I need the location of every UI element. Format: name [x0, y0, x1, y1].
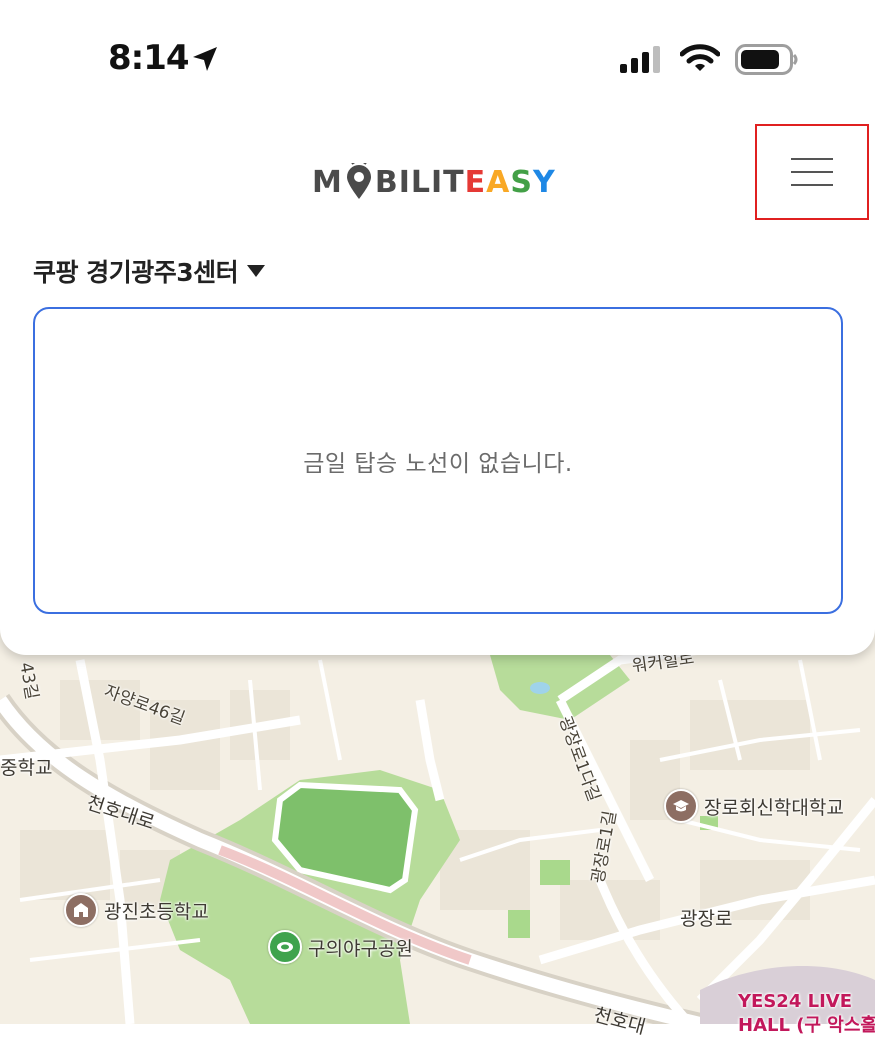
poi-yes24-label-line1: YES24 LIVE — [738, 991, 853, 1012]
location-arrow-icon — [193, 47, 217, 71]
status-bar: 8:14 — [0, 0, 875, 110]
logo-text-bilit: BILIT — [374, 164, 465, 200]
logo-letter-y: Y — [532, 164, 556, 200]
route-panel: 쿠팡 경기광주3센터 금일 탑승 노선이 없습니다. — [0, 235, 875, 655]
location-pin-wifi-icon — [346, 163, 371, 199]
logo-letter-a: A — [486, 164, 511, 200]
poi-yes24-live-hall[interactable]: YES24 LIVE HALL (구 악스홀) — [738, 990, 875, 1038]
status-time: 8:14 — [108, 38, 190, 78]
poi-baseball-park-label: 구의야구공원 — [308, 937, 413, 960]
logo-letter-e: E — [464, 164, 487, 200]
road-label-gwangjang: 광장로 — [680, 908, 733, 930]
poi-seminary-label: 장로회신학대학교 — [704, 796, 844, 819]
poi-yes24-label-line2: HALL (구 악스홀) — [738, 1015, 875, 1036]
map-label-middle-school: 중학교 — [0, 757, 53, 779]
route-card: 금일 탑승 노선이 없습니다. — [33, 307, 843, 614]
school-building-icon — [64, 893, 98, 927]
stadium-icon — [268, 930, 302, 964]
poi-gwangjin-elementary[interactable]: 광진초등학교 — [64, 893, 209, 927]
menu-button[interactable] — [755, 124, 869, 220]
graduation-cap-icon — [664, 789, 698, 823]
poi-seminary[interactable]: 장로회신학대학교 — [664, 789, 844, 823]
center-name: 쿠팡 경기광주3센터 — [33, 258, 239, 287]
poi-gwangjin-elementary-label: 광진초등학교 — [104, 900, 209, 923]
battery-icon — [735, 44, 798, 75]
cellular-signal-icon — [620, 46, 660, 73]
center-selector[interactable]: 쿠팡 경기광주3센터 — [33, 253, 266, 289]
mobiliteasy-logo: M BILIT E A S Y — [312, 162, 556, 202]
empty-route-message: 금일 탑승 노선이 없습니다. — [303, 450, 573, 477]
wifi-icon — [680, 44, 720, 71]
caret-down-icon — [247, 265, 266, 277]
app-header: M BILIT E A S Y — [0, 110, 875, 235]
logo-letter-s: S — [510, 164, 533, 200]
hamburger-menu-icon — [791, 158, 833, 186]
logo-text-m: M — [312, 164, 343, 200]
poi-baseball-park[interactable]: 구의야구공원 — [268, 930, 413, 964]
